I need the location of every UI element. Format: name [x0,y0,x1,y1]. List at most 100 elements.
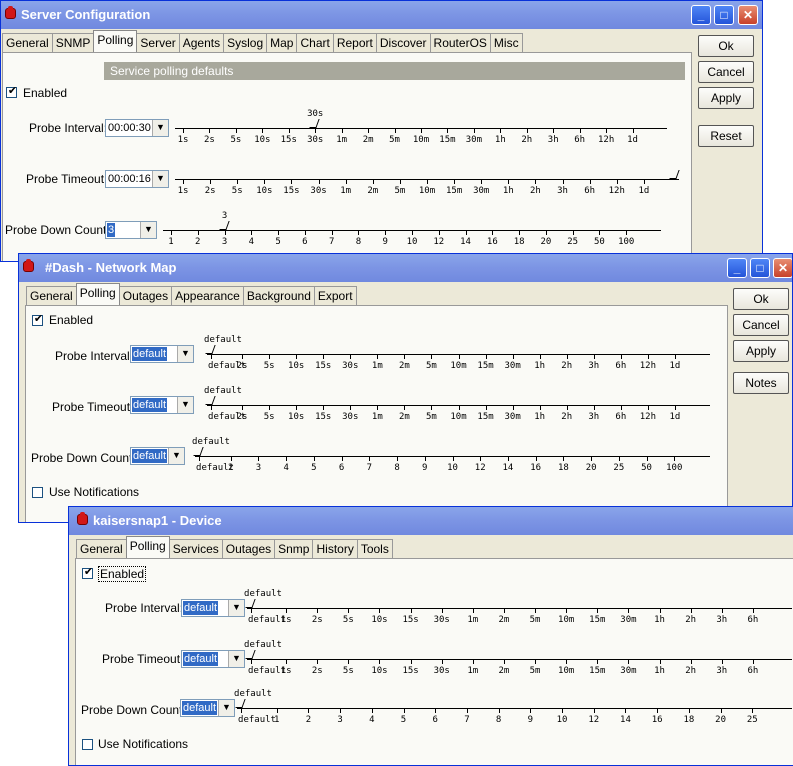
chevron-down-icon[interactable]: ▼ [168,448,184,464]
notes-button[interactable]: Notes [733,372,789,394]
probe-interval-select[interactable]: default ▼ [130,345,194,363]
probe-timeout-select[interactable]: default ▼ [181,650,245,668]
probe-timeout-select[interactable]: 00:00:16 ▼ [105,170,169,188]
slider-tick-label: 1 [273,715,280,725]
slider-handle[interactable] [205,396,216,405]
slider-handle[interactable] [669,170,680,179]
slider-tick-label: 12h [639,412,657,422]
probe-timeout-slider[interactable]: default 2s 5s 10s 15s 30s 1m 2m 5m 10m 15m 30m 1h 2h 3… [204,386,710,430]
tab-general[interactable]: General [2,33,53,52]
tab-snmp[interactable]: SNMP [51,33,95,52]
slider-tick-label: 1m [371,361,383,371]
probe-down-count-slider[interactable]: default 2 3 4 5 6 7 8 9 10 12 14 16 18 20 25 50 100 defaul… [192,437,710,481]
title-bar[interactable]: #Dash - Network Map _ □ ✕ [19,254,792,282]
tab-bar: General SNMP Polling Server Agents Syslog Map C… [2,30,523,53]
chevron-down-icon[interactable]: ▼ [218,700,234,716]
chevron-down-icon[interactable]: ▼ [140,222,156,238]
apply-button[interactable]: Apply [733,340,789,362]
slider-tick-label: 3 [221,237,228,247]
probe-timeout-select[interactable]: default ▼ [130,396,194,414]
probe-down-count-select[interactable]: default ▼ [180,699,235,717]
tab-server[interactable]: Server [136,33,180,52]
minimize-icon[interactable]: _ [727,258,747,278]
apply-button[interactable]: Apply [698,87,754,109]
tab-general[interactable]: General [76,539,127,558]
chevron-down-icon[interactable]: ▼ [228,651,244,667]
cancel-button[interactable]: Cancel [733,314,789,336]
close-icon[interactable]: ✕ [738,5,758,25]
tab-agents[interactable]: Agents [178,33,225,52]
tab-report[interactable]: Report [332,33,377,52]
title-bar[interactable]: kaisersnap1 - Device [69,507,793,535]
tab-polling[interactable]: Polling [125,536,170,558]
tab-tools[interactable]: Tools [356,539,393,558]
slider-handle[interactable] [235,699,246,708]
probe-timeout-slider[interactable]: 1s 2s 5s 10s 15s 30s 1m 2m 5m 10m 15m 30m 1h 2h 3h 6h 12… [175,168,680,204]
slider-tick [323,354,325,359]
tab-discover[interactable]: Discover [375,33,431,52]
slider-handle[interactable] [245,650,256,659]
slider-tick [620,354,622,359]
cancel-button[interactable]: Cancel [698,61,754,83]
chevron-down-icon[interactable]: ▼ [152,120,168,136]
close-icon[interactable]: ✕ [773,258,792,278]
probe-interval-slider[interactable]: default 2s 5s 10s 15s 30s 1m 2m 5m 10m 15m 30m 1h 2h 3… [204,335,710,379]
tab-services[interactable]: Services [168,539,223,558]
slider-tick-label: 30m [473,186,490,196]
tab-history[interactable]: History [312,539,358,558]
slider-tick-label: 18 [683,715,695,725]
maximize-icon[interactable]: □ [714,5,734,25]
probe-down-count-select[interactable]: 3 ▼ [105,221,157,239]
maximize-icon[interactable]: □ [750,258,770,278]
slider-handle[interactable] [309,119,320,128]
tab-misc[interactable]: Misc [489,33,523,52]
tab-snmp[interactable]: Snmp [274,539,314,558]
slider-value-label: default [204,335,242,345]
slider-handle[interactable] [218,221,230,230]
enabled-checkbox[interactable]: ✔ [6,85,17,98]
tab-routeros[interactable]: RouterOS [429,33,491,52]
ok-button[interactable]: Ok [733,288,789,310]
slider-handle[interactable] [193,447,204,456]
probe-interval-slider[interactable]: 1s 2s 5s 10s 15s 30s 1m 2m 5m 10m 15m 30m 1h 2h 3h 6h 12… [175,109,667,153]
chevron-down-icon[interactable]: ▼ [177,346,193,362]
probe-interval-slider[interactable]: default 1s 2s 5s 10s 15s 30s 1m 2m 5m 10m 15m 30m 1h 2… [244,589,792,633]
tab-polling[interactable]: Polling [93,30,138,52]
probe-timeout-slider[interactable]: default 1s 2s 5s 10s 15s 30s 1m 2m 5m 10m 15m 30m 1h 2… [244,640,792,684]
chevron-down-icon[interactable]: ▼ [177,397,193,413]
ok-button[interactable]: Ok [698,35,754,57]
use-notifications-checkbox[interactable] [32,487,43,498]
slider-value-label: default [234,689,272,699]
enabled-checkbox[interactable]: ✔ [82,566,93,579]
probe-interval-select[interactable]: 00:00:30 ▼ [105,119,169,137]
tab-export[interactable]: Export [313,286,357,305]
use-notifications-checkbox[interactable] [82,739,93,750]
enabled-checkbox[interactable]: ✔ [32,313,43,326]
tab-outages[interactable]: Outages [221,539,276,558]
probe-down-count-select[interactable]: default ▼ [130,447,185,465]
tab-general[interactable]: General [26,286,77,305]
tab-background[interactable]: Background [242,286,315,305]
probe-down-count-slider[interactable]: 1 2 3 4 5 6 7 8 9 10 12 14 16 18 20 25 50 100 3 [163,211,661,255]
slider-tick [566,405,568,410]
probe-down-count-slider[interactable]: default 1 2 3 4 5 6 7 8 9 10 12 14 16 18 20 25 default [234,689,792,733]
minimize-icon[interactable]: _ [691,5,711,25]
slider-tick-label: 6h [574,135,586,145]
chevron-down-icon[interactable]: ▼ [152,171,168,187]
slider-handle[interactable] [245,599,256,608]
tab-appearance[interactable]: Appearance [171,286,244,305]
tab-outages[interactable]: Outages [118,286,173,305]
chevron-down-icon[interactable]: ▼ [228,600,244,616]
slider-handle[interactable] [205,345,216,354]
tab-map[interactable]: Map [266,33,298,52]
reset-button[interactable]: Reset [698,125,754,147]
tab-syslog[interactable]: Syslog [223,33,268,52]
title-bar[interactable]: Server Configuration _ □ ✕ [1,1,762,29]
slider-tick [647,354,649,359]
probe-down-count-label: Probe Down Count: [31,451,136,465]
slider-tick-label: 18 [557,463,569,473]
probe-interval-select[interactable]: default ▼ [181,599,245,617]
slider-tick [318,179,320,184]
tab-polling[interactable]: Polling [75,283,120,305]
tab-chart[interactable]: Chart [296,33,334,52]
